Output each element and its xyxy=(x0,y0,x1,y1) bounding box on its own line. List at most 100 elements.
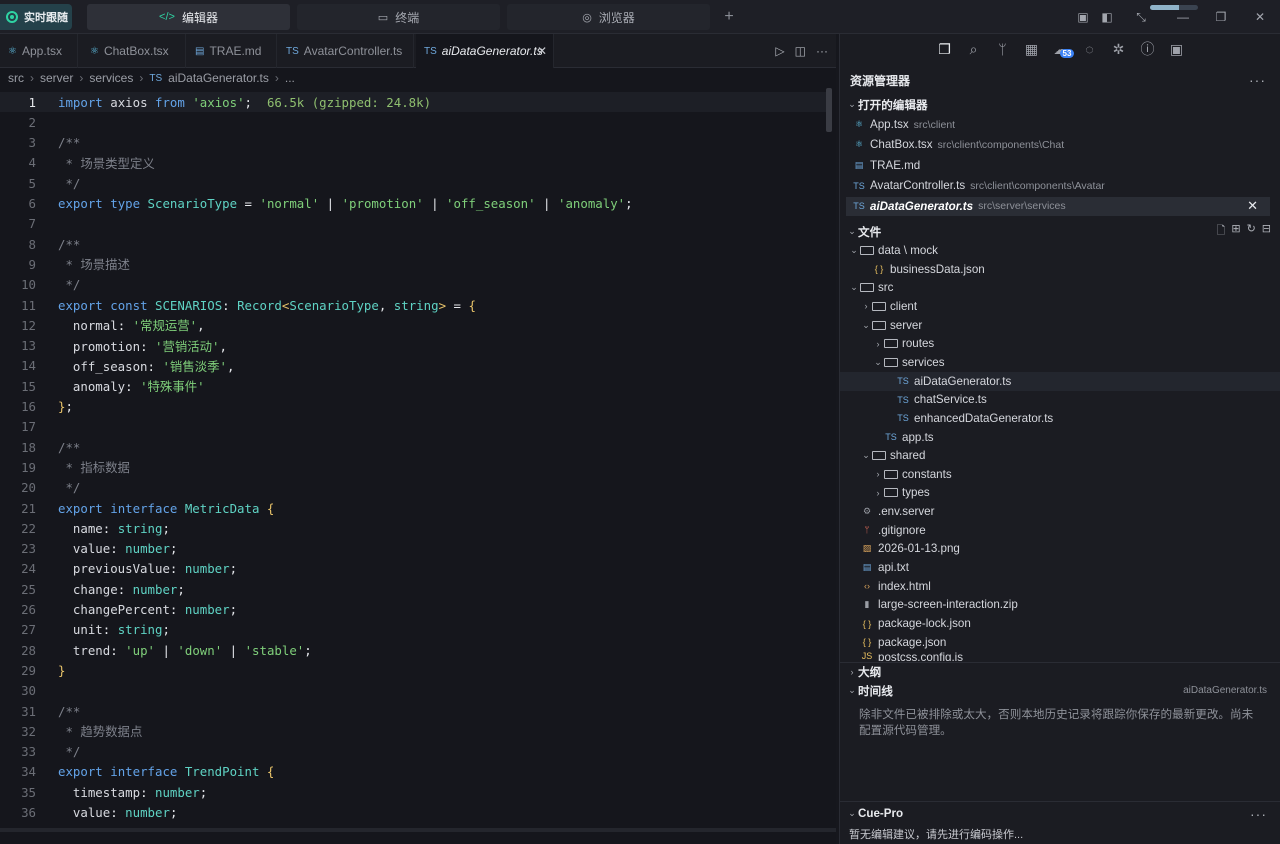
code-line[interactable]: 3 /** xyxy=(0,133,826,153)
split-editor-icon[interactable]: ◫ xyxy=(795,44,806,58)
mode-tab-terminal[interactable]: ▭ 终端 xyxy=(297,4,500,30)
code-line[interactable]: 16}; xyxy=(0,397,826,417)
source-control-icon[interactable]: ᛘ xyxy=(995,41,1011,57)
code-line[interactable]: 4 * 场景类型定义 xyxy=(0,153,826,173)
live-follow-button[interactable]: 实时跟随 xyxy=(0,4,72,30)
cloud-icon[interactable]: ☁ 53 xyxy=(1053,41,1075,58)
code-line[interactable]: 6 export type ScenarioType = 'normal' | '… xyxy=(0,194,826,214)
code-line[interactable]: 29} xyxy=(0,660,826,680)
git-graph-icon[interactable]: ⓘ xyxy=(1140,39,1156,59)
code-line[interactable]: 23 value: number; xyxy=(0,539,826,559)
code-line[interactable]: 17 xyxy=(0,417,826,437)
tab-chatbox-tsx[interactable]: ⚛ ChatBox.tsx xyxy=(82,34,186,68)
code-line[interactable]: 24 previousValue: number; xyxy=(0,559,826,579)
tree-file[interactable]: JS postcss.config.js xyxy=(840,651,1280,661)
run-icon[interactable]: ▷ xyxy=(775,44,784,58)
tab-app-tsx[interactable]: ⚛ App.tsx xyxy=(0,34,78,68)
cue-pro-header[interactable]: ⌄ Cue-Pro ··· xyxy=(840,804,1280,823)
tree-folder[interactable]: › client xyxy=(840,297,1280,316)
code-line[interactable]: 5 */ xyxy=(0,173,826,193)
code-line[interactable]: 31 /** xyxy=(0,701,826,721)
open-editor-item[interactable]: TS aiDataGenerator.ts src\server\services ✕ xyxy=(846,196,1270,216)
close-tab-icon[interactable]: ✕ xyxy=(537,44,547,58)
tree-file[interactable]: ‹› index.html xyxy=(840,577,1280,596)
code-line[interactable]: 15 anomaly: '特殊事件' xyxy=(0,376,826,396)
code-line[interactable]: 25 change: number; xyxy=(0,579,826,599)
tree-file[interactable]: TS aiDataGenerator.ts xyxy=(840,371,1280,391)
code-line[interactable]: 33 */ xyxy=(0,742,826,762)
timeline-header[interactable]: ⌄ 时间线 aiDataGenerator.ts xyxy=(840,681,1280,700)
tree-folder[interactable]: ⌄ server xyxy=(840,316,1280,335)
tab-avatarcontroller-ts[interactable]: TS AvatarController.ts xyxy=(278,34,414,68)
open-editor-item[interactable]: ⚛ ChatBox.tsx src\client\components\Chat xyxy=(840,135,1280,154)
new-file-icon[interactable]: 🗋 xyxy=(1216,222,1225,241)
restore-icon[interactable]: ❐ xyxy=(1212,8,1230,26)
breadcrumb-item[interactable]: services xyxy=(89,71,133,85)
add-tab-button[interactable]: + xyxy=(718,6,740,28)
code-line[interactable]: 19 * 指标数据 xyxy=(0,457,826,477)
explorer-more-icon[interactable]: ··· xyxy=(1249,72,1266,88)
tree-folder[interactable]: ⌄ services xyxy=(840,353,1280,372)
code-line[interactable]: 7 xyxy=(0,214,826,234)
more-actions-icon[interactable]: ··· xyxy=(816,44,828,58)
breadcrumb-item[interactable]: aiDataGenerator.ts xyxy=(168,71,269,85)
tree-folder[interactable]: ⌄ shared xyxy=(840,446,1280,465)
remote-icon[interactable]: ◌ xyxy=(1082,41,1098,57)
code-line[interactable]: 13 promotion: '营销活动', xyxy=(0,336,826,356)
code-line[interactable]: 18 /** xyxy=(0,437,826,457)
tree-folder[interactable]: › routes xyxy=(840,334,1280,353)
code-line[interactable]: 28 trend: 'up' | 'down' | 'stable'; xyxy=(0,640,826,660)
code-line[interactable]: 9 * 场景描述 xyxy=(0,254,826,274)
code-line[interactable]: 8 /** xyxy=(0,234,826,254)
mode-tab-editor[interactable]: </> 编辑器 xyxy=(87,4,290,30)
toggle-panel-icon[interactable]: ▣ xyxy=(1074,8,1092,26)
tree-folder[interactable]: ⌄ src xyxy=(840,278,1280,297)
breadcrumb-item[interactable]: server xyxy=(40,71,73,85)
tree-folder[interactable]: › types xyxy=(840,483,1280,502)
close-window-icon[interactable]: ✕ xyxy=(1251,8,1269,26)
extensions-icon[interactable]: ▦ xyxy=(1024,41,1040,58)
collapse-icon[interactable]: ⤡ xyxy=(1132,8,1150,26)
open-editors-header[interactable]: ⌄ 打开的编辑器 xyxy=(840,95,1280,114)
toggle-sidebar-icon[interactable]: ◧ xyxy=(1098,8,1116,26)
cue-more-icon[interactable]: ··· xyxy=(1250,806,1267,822)
code-line[interactable]: 26 changePercent: number; xyxy=(0,600,826,620)
code-line[interactable]: 12 normal: '常规运营', xyxy=(0,315,826,335)
breadcrumb-item[interactable]: ... xyxy=(285,71,295,85)
code-line[interactable]: 22 name: string; xyxy=(0,518,826,538)
tree-file[interactable]: { } businessData.json xyxy=(840,260,1280,279)
open-editor-item[interactable]: TS AvatarController.ts src\client\componen… xyxy=(840,176,1280,195)
tab-trae-md[interactable]: ▤ TRAE.md xyxy=(187,34,277,68)
tree-file[interactable]: TS app.ts xyxy=(840,428,1280,447)
open-editor-item[interactable]: ▤ TRAE.md xyxy=(840,156,1280,175)
tree-file[interactable]: ▮ large-screen-interaction.zip xyxy=(840,595,1280,614)
tree-file[interactable]: ▤ api.txt xyxy=(840,558,1280,577)
files-header[interactable]: ⌄ 文件 🗋 ⊞ ↻ ⊟ xyxy=(840,222,1280,241)
breadcrumb-item[interactable]: src xyxy=(8,71,24,85)
code-line[interactable]: 2 xyxy=(0,112,826,132)
open-editor-item[interactable]: ⚛ App.tsx src\client xyxy=(840,115,1280,134)
tree-file[interactable]: TS enhancedDataGenerator.ts xyxy=(840,409,1280,428)
minimize-icon[interactable]: — xyxy=(1174,8,1192,26)
close-editor-icon[interactable]: ✕ xyxy=(1247,198,1258,214)
code-line[interactable]: 27 unit: string; xyxy=(0,620,826,640)
tree-folder[interactable]: › constants xyxy=(840,465,1280,484)
code-line[interactable]: 30 xyxy=(0,681,826,701)
code-line[interactable]: 34 export interface TrendPoint { xyxy=(0,762,826,782)
tree-file[interactable]: ⚙ .env.server xyxy=(840,502,1280,521)
code-line[interactable]: 35 timestamp: number; xyxy=(0,782,826,802)
tree-folder[interactable]: ⌄ data \ mock xyxy=(840,241,1280,260)
code-line[interactable]: 20 */ xyxy=(0,478,826,498)
search-icon[interactable]: ⌕ xyxy=(966,41,982,58)
code-line[interactable]: 21 export interface MetricData { xyxy=(0,498,826,518)
code-line[interactable]: 32 * 趋势数据点 xyxy=(0,721,826,741)
outline-header[interactable]: › 大纲 xyxy=(840,662,1280,681)
code-line[interactable]: 10 */ xyxy=(0,275,826,295)
tab-aidatagenerator-ts[interactable]: TS aiDataGenerator.ts ✕ xyxy=(416,34,554,68)
preview-icon[interactable]: ▣ xyxy=(1169,41,1185,58)
vertical-scrollbar[interactable] xyxy=(826,88,832,132)
code-line[interactable]: 14 off_season: '销售淡季', xyxy=(0,356,826,376)
code-editor[interactable]: 1 import axios from 'axios'; 66.5k (gzipp… xyxy=(0,92,836,828)
tree-file[interactable]: ▨ 2026-01-13.png xyxy=(840,539,1280,558)
code-line[interactable]: 36 value: number; xyxy=(0,803,826,823)
